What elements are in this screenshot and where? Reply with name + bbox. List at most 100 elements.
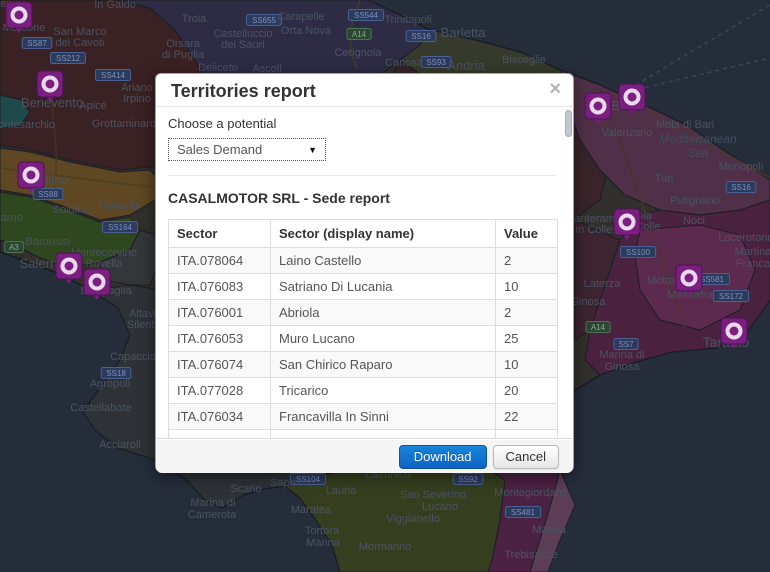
map-town-label: Lucano (422, 501, 458, 513)
svg-text:SS581: SS581 (700, 275, 725, 284)
map-town-label: Capaccio (110, 351, 156, 363)
map-town-label: Marina (532, 524, 567, 536)
cancel-button[interactable]: Cancel (493, 445, 559, 469)
territory-marker-icon[interactable] (614, 209, 640, 240)
map-town-label: Grottaminarda (92, 118, 163, 130)
map-town-label: Camerota (188, 509, 237, 521)
table-cell (271, 430, 496, 439)
road-badge: SS18 (101, 368, 131, 379)
table-cell: Satriano Di Lucania (271, 274, 496, 300)
map-town-label: Putignano (670, 195, 720, 207)
table-row: ITA.078064Laino Castello2 (169, 248, 558, 274)
map-town-label: Noci (683, 215, 705, 227)
map-town-label: Solofra (53, 204, 89, 216)
map-town-label: Agropoli (90, 378, 130, 390)
report-heading: CASALMOTOR SRL - Sede report (168, 190, 556, 207)
map-town-label: Marina di (190, 497, 235, 509)
potential-select[interactable]: Sales Demand ▼ (168, 138, 326, 161)
map-town-label: Montegiordano (494, 487, 567, 499)
territory-marker-icon[interactable] (18, 162, 44, 193)
territory-marker-icon[interactable] (676, 265, 702, 296)
table-row: ITA.076083Satriano Di Lucania10 (169, 274, 558, 300)
territory-marker-icon[interactable] (619, 84, 645, 115)
table-cell: San Chirico Raparo (271, 352, 496, 378)
svg-text:SS92: SS92 (458, 475, 478, 484)
territory-marker-icon[interactable] (6, 2, 32, 33)
map-town-label: Apice (79, 100, 107, 112)
map-town-label: Martina (735, 246, 770, 258)
map-town-label: Marina di (599, 349, 644, 361)
map-town-label: Valenzano (601, 127, 652, 139)
scrollbar-thumb[interactable] (565, 110, 572, 137)
svg-text:SS544: SS544 (354, 11, 379, 20)
map-town-label: Carapelle (277, 11, 324, 23)
map-town-label: Mola di Bari (656, 119, 714, 131)
table-column-header: Value (496, 220, 558, 248)
map-town-label: Maratea (291, 504, 332, 516)
map-town-label: Orta Nova (281, 25, 332, 37)
report-table: SectorSector (display name)Value ITA.078… (168, 219, 558, 438)
map-town-label: Montesarchio (0, 119, 55, 131)
territory-marker-icon[interactable] (37, 71, 63, 102)
road-badge: A3 (5, 242, 24, 253)
modal-body[interactable]: Choose a potential Sales Demand ▼ CASALM… (156, 107, 573, 438)
road-badge: SS92 (453, 474, 483, 485)
modal-title: Territories report (171, 81, 558, 101)
map-town-label: Franca (736, 258, 770, 270)
table-cell: 10 (496, 352, 558, 378)
map-town-label: Castellabate (70, 402, 131, 414)
map-town-label: Tortora (305, 525, 340, 537)
map-town-label: Baronissi (25, 236, 70, 248)
road-badge: SS212 (51, 53, 86, 64)
road-badge: SS16 (406, 31, 436, 42)
map-town-label: Bisceglie (502, 54, 546, 66)
table-row: ITA.076074San Chirico Raparo10 (169, 352, 558, 378)
map-town-label: Mediterranean (659, 132, 737, 146)
table-cell: Francavilla In Sinni (271, 404, 496, 430)
road-badge: SS172 (714, 291, 749, 302)
svg-text:SS93: SS93 (426, 58, 446, 67)
map-town-label: Mormanno (359, 541, 412, 553)
map-town-label: Ginosa (605, 361, 641, 373)
table-row: ITA.076001Abriola2 (169, 300, 558, 326)
road-badge: A14 (586, 322, 610, 333)
table-cell: ITA.078064 (169, 248, 271, 274)
map-town-label: Troia (182, 13, 208, 25)
chevron-down-icon: ▼ (308, 145, 317, 155)
modal-header: Territories report × (156, 74, 573, 107)
table-cell: 25 (496, 326, 558, 352)
map-town-label: dei Cavoti (56, 37, 105, 49)
svg-text:SS16: SS16 (731, 183, 751, 192)
map-town-label: Lauria (326, 485, 357, 497)
map-town-label: Turi (655, 173, 674, 185)
svg-text:A14: A14 (352, 30, 367, 39)
table-column-header: Sector (display name) (271, 220, 496, 248)
potential-label: Choose a potential (168, 116, 556, 132)
download-button[interactable]: Download (399, 445, 487, 469)
svg-text:SS7: SS7 (618, 340, 634, 349)
table-cell: 2 (496, 300, 558, 326)
svg-text:SS104: SS104 (296, 475, 321, 484)
map-town-label: San Severino (400, 489, 466, 501)
territory-marker-icon[interactable] (585, 93, 611, 124)
table-cell (496, 430, 558, 439)
map-town-label: in Colle (576, 224, 613, 236)
svg-text:SS87: SS87 (27, 39, 47, 48)
map-town-label: Trebisacce (504, 549, 557, 561)
svg-text:SS100: SS100 (626, 248, 651, 257)
map-town-label: Monopoli (719, 161, 764, 173)
map-town-label: Sea (687, 146, 709, 160)
road-badge: SS544 (349, 10, 384, 21)
territory-marker-icon[interactable] (56, 253, 82, 284)
modal-footer: Download Cancel (156, 438, 573, 473)
map-town-label: Irpino (123, 93, 151, 105)
territories-report-modal: Territories report × Choose a potential … (155, 73, 574, 472)
territory-marker-icon[interactable] (84, 269, 110, 300)
territory-marker-icon[interactable] (721, 318, 747, 349)
map-town-label: Viggianello (386, 513, 440, 525)
table-row: ITA.076053Muro Lucano25 (169, 326, 558, 352)
svg-text:SS414: SS414 (101, 71, 126, 80)
map-town-label: Trinitapoli (384, 14, 431, 26)
table-cell: ITA.076001 (169, 300, 271, 326)
close-icon[interactable]: × (549, 79, 561, 99)
